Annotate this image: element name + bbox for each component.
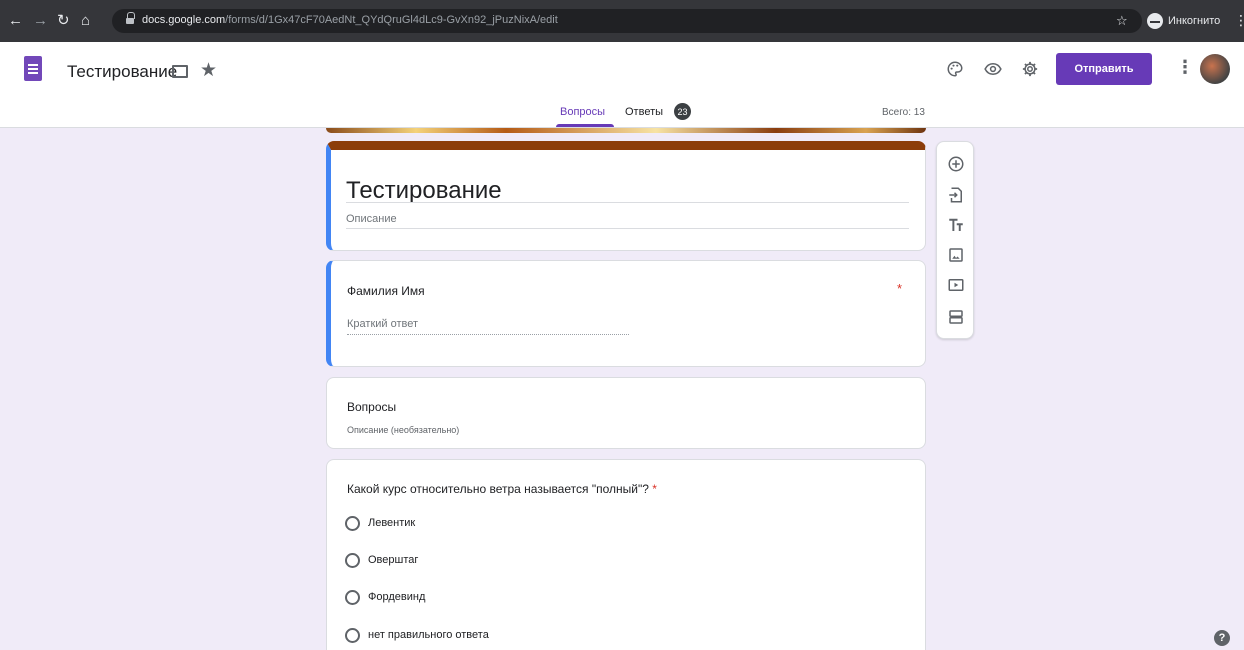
divider [346,228,909,229]
theme-header-image [326,128,926,133]
folder-icon[interactable] [172,65,188,78]
more-vert-icon[interactable]: ⋮ [1176,57,1194,78]
browser-toolbar: ← → ↻ ⌂ docs.google.com/forms/d/1Gx47cF7… [0,0,1244,42]
radio-option[interactable]: Левентик [345,514,415,532]
question-title: Какой курс относительно ветра называется… [347,482,657,496]
required-mark: * [897,281,903,296]
question-card-name[interactable]: Фамилия Имя * Краткий ответ [326,260,926,367]
forms-logo-icon[interactable] [24,56,42,81]
help-icon[interactable]: ? [1214,630,1230,646]
divider [346,202,909,203]
radio-circle[interactable] [345,552,360,568]
settings-gear-icon[interactable] [1021,60,1039,78]
incognito-icon [1147,13,1163,29]
question-title: Фамилия Имя [347,284,425,298]
section-card[interactable]: Вопросы Описание (необязательно) [326,377,926,449]
import-questions-icon[interactable] [947,186,965,204]
star-icon[interactable]: ★ [200,59,217,82]
form-title-card[interactable]: Тестирование Описание [326,141,926,251]
radio-circle[interactable] [345,589,360,605]
url-path: /forms/d/1Gx47cF70AedNt_QYdQruGl4dLc9-Gv… [225,14,558,26]
responses-count-badge: 23 [674,103,691,120]
home-icon[interactable]: ⌂ [81,12,90,30]
answer-underline [347,334,629,335]
forward-icon[interactable]: → [33,12,48,30]
palette-icon[interactable] [946,60,964,78]
bookmark-star-icon[interactable]: ☆ [1116,13,1128,29]
option-label: Фордевинд [368,591,426,603]
avatar[interactable] [1200,54,1230,84]
add-question-icon[interactable] [947,155,965,173]
radio-circle[interactable] [345,515,360,531]
add-section-icon[interactable] [947,308,965,326]
form-description-field[interactable]: Описание [346,213,397,225]
form-title[interactable]: Тестирование [346,177,502,205]
total-points: Всего: 13 [882,107,925,118]
browser-menu-icon[interactable]: ⋮ [1234,12,1244,29]
required-mark: * [652,482,657,496]
document-title[interactable]: Тестирование [67,62,177,82]
send-button[interactable]: Отправить [1056,53,1152,85]
short-answer-placeholder: Краткий ответ [347,318,419,330]
add-image-icon[interactable] [947,246,965,264]
option-label: Левентик [368,517,416,529]
back-icon[interactable]: ← [8,12,23,30]
question-card-course[interactable]: Какой курс относительно ветра называется… [326,459,926,650]
add-title-icon[interactable] [947,216,965,234]
section-title: Вопросы [347,400,397,414]
radio-circle[interactable] [345,627,360,643]
add-video-icon[interactable] [947,276,965,294]
radio-option[interactable]: Оверштаг [345,551,418,569]
forms-header: Тестирование ★ Отправить ⋮ Вопросы Ответ… [0,42,1244,128]
url-host: docs.google.com [142,14,226,26]
incognito-badge[interactable]: Инкогнито [1143,10,1228,32]
lock-icon [126,12,135,25]
preview-eye-icon[interactable] [984,60,1002,78]
incognito-label: Инкогнито [1168,15,1221,27]
radio-option[interactable]: Фордевинд [345,588,425,606]
radio-option[interactable]: нет правильного ответа [345,626,489,644]
tab-questions[interactable]: Вопросы [560,106,605,118]
question-text: Какой курс относительно ветра называется… [347,482,649,496]
url-text: docs.google.com/forms/d/1Gx47cF70AedNt_Q… [142,14,558,26]
tab-responses[interactable]: Ответы [625,106,663,118]
question-toolbar [936,141,974,339]
option-label: нет правильного ответа [368,629,489,641]
option-label: Оверштаг [368,554,419,566]
active-tab-indicator [556,124,614,127]
section-description: Описание (необязательно) [347,425,460,435]
address-bar[interactable]: docs.google.com/forms/d/1Gx47cF70AedNt_Q… [112,9,1142,33]
reload-icon[interactable]: ↻ [57,12,70,30]
